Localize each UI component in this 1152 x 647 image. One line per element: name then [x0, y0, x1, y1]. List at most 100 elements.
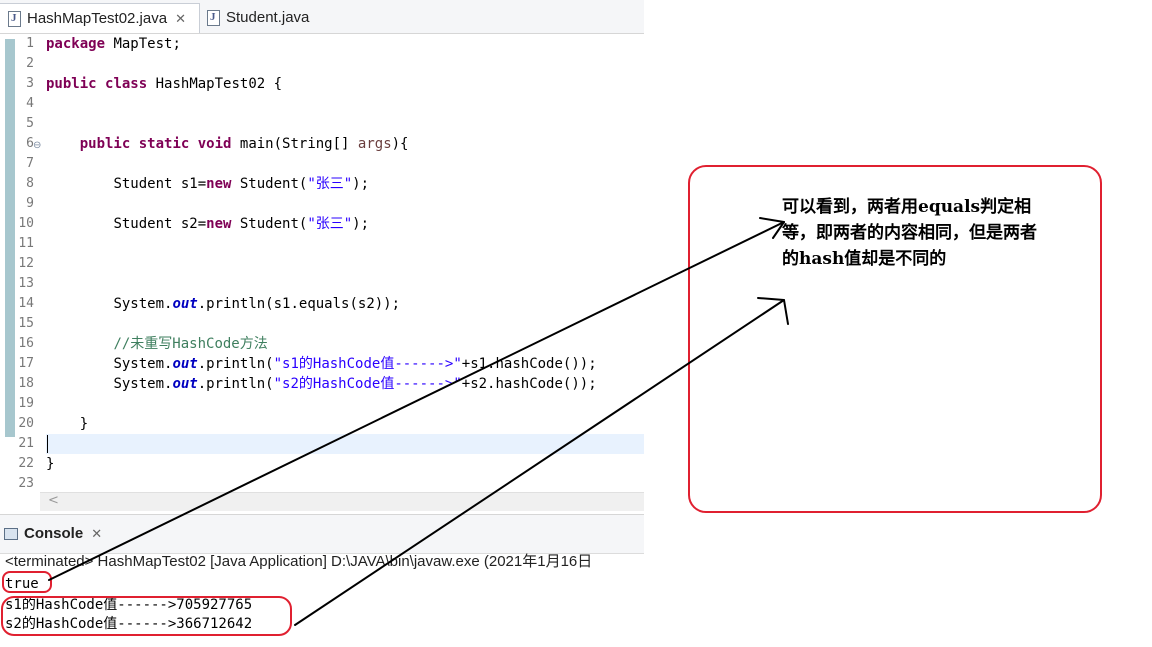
line-number: 3: [26, 76, 34, 91]
scroll-left-icon[interactable]: <: [48, 493, 59, 508]
terminated-status: <terminated> HashMapTest02 [Java Applica…: [5, 553, 593, 570]
console-output-line: s1的HashCode值------>705927765: [5, 597, 253, 613]
code-editor[interactable]: J HashMapTest02.java ✕ J Student.java ⊖ …: [0, 0, 644, 512]
line-number: 17: [18, 356, 34, 371]
code-line: 9: [0, 194, 644, 214]
code-line: 13: [0, 274, 644, 294]
code-text: ){: [391, 136, 409, 152]
code-text: Student s2=: [113, 216, 207, 232]
code-line: 20 }: [0, 414, 644, 434]
code-text: .println(s1.equals(s2));: [197, 296, 401, 312]
console-output-line: true: [5, 576, 39, 592]
code-line: 21: [0, 434, 644, 454]
tab-hashmaptest02[interactable]: J HashMapTest02.java ✕: [0, 3, 200, 33]
code-line: 15: [0, 314, 644, 334]
code-text: System.: [113, 356, 173, 372]
code-line: 2: [0, 54, 644, 74]
java-file-icon: J: [207, 9, 220, 26]
code-text: Student(: [231, 176, 308, 192]
line-number: 5: [26, 116, 34, 131]
code-line: 3 public class HashMapTest02 {: [0, 74, 644, 94]
code-area[interactable]: ⊖ 1 package MapTest; 2 3 public class Hash…: [0, 34, 644, 492]
code-text: }: [79, 416, 89, 432]
code-line: 14 System.out.println(s1.equals(s2));: [0, 294, 644, 314]
code-text: Student s1=: [113, 176, 207, 192]
keyword: static: [138, 136, 190, 152]
code-text: .println(: [197, 376, 274, 392]
code-line: 4: [0, 94, 644, 114]
line-number: 12: [18, 256, 34, 271]
static-field: out: [172, 296, 198, 312]
console-output-line: s2的HashCode值------>366712642: [5, 616, 253, 632]
keyword: new: [206, 216, 232, 232]
line-number: 22: [18, 456, 34, 471]
string-literal: "s1的HashCode值------>": [273, 356, 462, 372]
comment: //未重写HashCode方法: [113, 336, 268, 352]
string-literal: "s2的HashCode值------>": [273, 376, 462, 392]
line-number: 18: [18, 376, 34, 391]
code-text: }: [46, 456, 55, 472]
editor-tab-bar: J HashMapTest02.java ✕ J Student.java: [0, 0, 644, 34]
code-line: 22}: [0, 454, 644, 474]
tab-label: Student.java: [226, 9, 310, 26]
code-text: Student(: [231, 216, 308, 232]
line-number: 2: [26, 56, 34, 71]
keyword: package: [46, 36, 106, 52]
line-number: 9: [26, 196, 34, 211]
code-text: +s1.hashCode());: [461, 356, 597, 372]
code-line: 18 System.out.println("s2的HashCode值-----…: [0, 374, 644, 394]
code-line: 10 Student s2=new Student("张三");: [0, 214, 644, 234]
close-tab-icon[interactable]: ✕: [91, 526, 102, 542]
code-line: 5: [0, 114, 644, 134]
static-field: out: [172, 356, 198, 372]
keyword: public: [79, 136, 131, 152]
string-literal: "张三": [307, 216, 353, 232]
code-line: 6 public static void main(String[] args)…: [0, 134, 644, 154]
code-text: main(String[]: [231, 136, 358, 152]
code-text: System.: [113, 376, 173, 392]
keyword: class: [105, 76, 148, 92]
console-icon: [4, 527, 18, 540]
code-line: 12: [0, 254, 644, 274]
line-number: 14: [18, 296, 34, 311]
console-title: Console: [24, 525, 84, 542]
static-field: out: [172, 376, 198, 392]
parameter: args: [357, 136, 392, 152]
line-number: 16: [18, 336, 34, 351]
code-line: 16 //未重写HashCode方法: [0, 334, 644, 354]
console-tab-bar: Console ✕: [0, 515, 644, 554]
code-text: MapTest;: [105, 36, 181, 52]
line-number: 1: [26, 36, 34, 51]
code-text: );: [352, 176, 370, 192]
code-line: 23: [0, 474, 644, 494]
line-number: 11: [18, 236, 34, 251]
line-number: 19: [18, 396, 34, 411]
code-line: 1 package MapTest;: [0, 34, 644, 54]
tab-console[interactable]: Console ✕: [4, 525, 102, 542]
string-literal: "张三": [307, 176, 353, 192]
line-number: 13: [18, 276, 34, 291]
annotation-text: 可以看到，两者用equals判定相等，即两者的内容相同，但是两者的hash值却是…: [782, 197, 1037, 269]
java-file-icon: J: [8, 10, 21, 27]
line-number: 4: [26, 96, 34, 111]
tab-student[interactable]: J Student.java: [203, 3, 333, 32]
close-tab-icon[interactable]: ✕: [175, 11, 186, 27]
horizontal-scrollbar[interactable]: <: [40, 492, 644, 511]
code-text: +s2.hashCode());: [461, 376, 597, 392]
line-number: 8: [26, 176, 34, 191]
line-number: 10: [18, 216, 34, 231]
line-number: 7: [26, 156, 34, 171]
line-number: 20: [18, 416, 34, 431]
code-text: System.: [113, 296, 173, 312]
keyword: public: [46, 76, 97, 92]
keyword: new: [206, 176, 232, 192]
console-panel[interactable]: Console ✕ <terminated> HashMapTest02 [Ja…: [0, 514, 644, 647]
code-line: 17 System.out.println("s1的HashCode值-----…: [0, 354, 644, 374]
line-number: 21: [18, 436, 34, 451]
code-line: 11: [0, 234, 644, 254]
code-text: HashMapTest02 {: [147, 76, 283, 92]
keyword: void: [197, 136, 232, 152]
code-line: 19: [0, 394, 644, 414]
line-number: 15: [18, 316, 34, 331]
code-line: 7: [0, 154, 644, 174]
